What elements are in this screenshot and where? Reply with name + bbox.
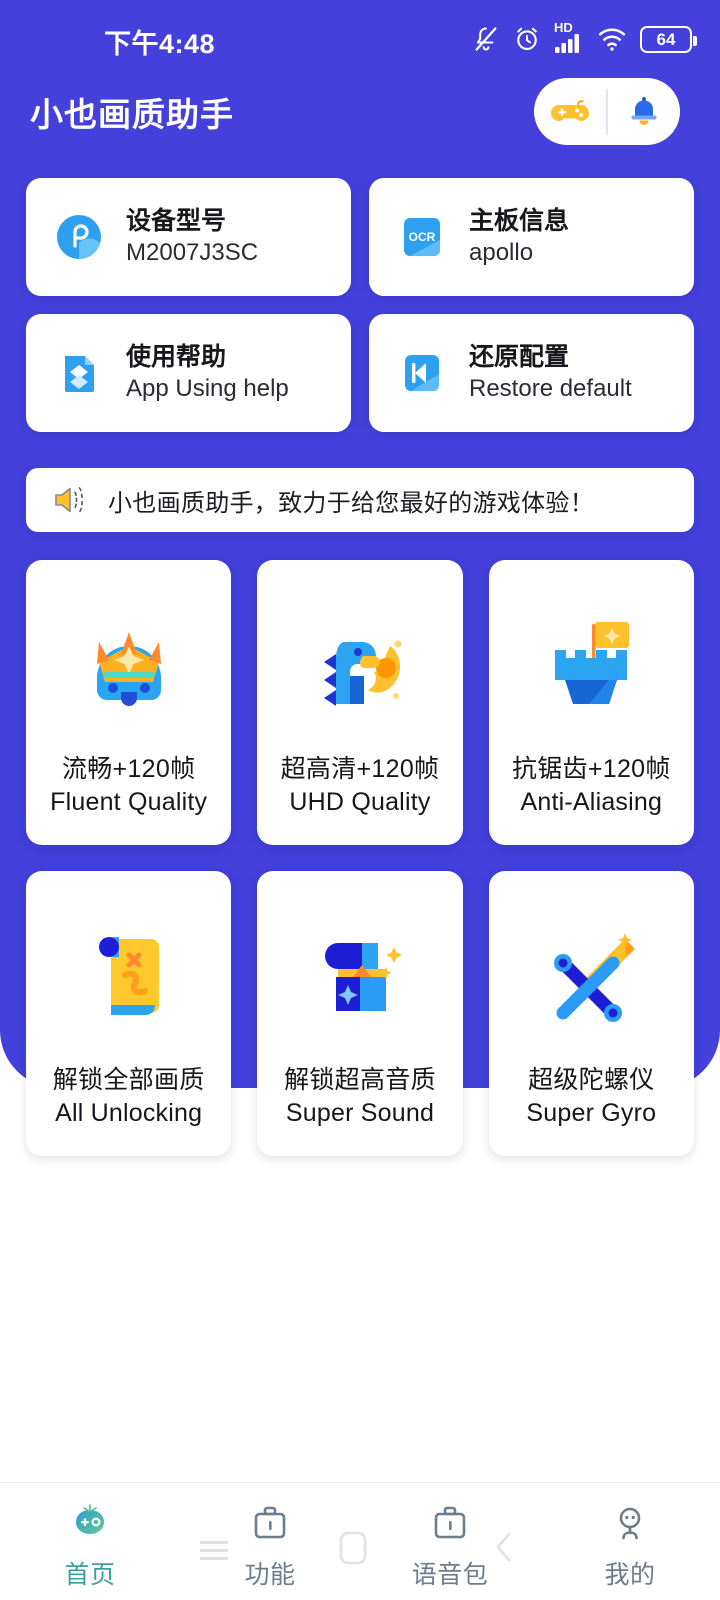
restore-icon	[405, 355, 439, 391]
info-card-title: 还原配置	[469, 343, 570, 372]
feature-label-cn: 解锁全部画质	[52, 1066, 205, 1094]
crown-monster-icon	[96, 632, 161, 706]
info-card-value: Restore default	[469, 375, 632, 403]
gamepad-icon	[551, 99, 590, 121]
feature-label-en: All Unlocking	[55, 1099, 203, 1128]
mute-bell-icon	[475, 27, 497, 51]
feature-grid: 流畅+120帧 Fluent Quality 超高清+120帧 UHD Qual…	[26, 560, 694, 1156]
feature-card-fluent-quality[interactable]: 流畅+120帧 Fluent Quality	[26, 560, 232, 845]
home-gamepad-icon	[76, 1504, 104, 1534]
svg-text:OCR: OCR	[409, 230, 436, 244]
notice-text: 小也画质助手，致力于给您最好的游戏体验！	[108, 489, 594, 517]
info-card-title: 主板信息	[469, 207, 570, 236]
feature-label-en: Super Gyro	[526, 1099, 657, 1128]
feature-label-en: Fluent Quality	[50, 788, 208, 817]
feature-card-all-unlocking[interactable]: 解锁全部画质 All Unlocking	[26, 871, 232, 1156]
feature-label-cn: 解锁超高音质	[284, 1066, 436, 1094]
info-card-device-model[interactable]: 设备型号 M2007J3SC	[26, 178, 351, 296]
header-actions	[534, 78, 680, 145]
bottom-navigation: 首页 功能 语音包 我的	[0, 1482, 720, 1600]
notice-banner[interactable]: 小也画质助手，致力于给您最好的游戏体验！	[26, 468, 694, 532]
battery-level: 64	[656, 29, 676, 49]
wifi-icon	[598, 28, 626, 51]
signal-bars-icon	[555, 34, 579, 53]
app-root: 下午4:48 HD 64 小也画质助手 设备型号 M2007J3SC OCR 主…	[0, 0, 720, 1600]
alarm-clock-icon	[517, 27, 537, 50]
feature-card-super-sound[interactable]: 解锁超高音质 Super Sound	[257, 871, 463, 1156]
notification-button[interactable]	[608, 78, 680, 145]
feature-label-en: Anti-Aliasing	[520, 788, 663, 817]
info-card-text: 使用帮助 App Using help	[126, 343, 289, 402]
feature-card-uhd-quality[interactable]: 超高清+120帧 UHD Quality	[257, 560, 463, 845]
nav-item-profile[interactable]: 我的	[540, 1501, 720, 1591]
scroll-icon	[98, 937, 159, 1015]
briefcase-icon	[434, 1506, 466, 1539]
status-bar: 下午4:48 HD 64	[0, 0, 720, 72]
battery-icon: 64	[640, 25, 697, 53]
ocr-icon: OCR	[404, 218, 440, 256]
info-card-value: App Using help	[126, 375, 289, 403]
info-card-text: 主板信息 apollo	[469, 207, 569, 266]
page-title: 小也画质助手	[30, 96, 234, 133]
info-card-value: M2007J3SC	[126, 239, 259, 267]
sparkle-cube-icon	[324, 943, 402, 1011]
feature-label-cn: 流畅+120帧	[61, 755, 196, 783]
gamepad-button[interactable]	[534, 78, 606, 145]
feature-label-cn: 超高清+120帧	[280, 755, 440, 783]
sword-icon	[554, 933, 636, 1022]
feature-label-en: UHD Quality	[289, 788, 431, 817]
feature-label-cn: 超级陀螺仪	[528, 1066, 655, 1094]
feature-label-cn: 抗锯齿+120帧	[511, 755, 671, 783]
nav-item-voice-pack[interactable]: 语音包	[360, 1501, 540, 1591]
nav-item-home[interactable]: 首页	[0, 1501, 180, 1591]
briefcase-icon	[254, 1506, 286, 1539]
layers-doc-icon	[65, 356, 94, 392]
info-card-grid: 设备型号 M2007J3SC OCR 主板信息 apollo 使用帮助 App …	[26, 178, 694, 432]
feature-label-en: Super Sound	[285, 1099, 435, 1128]
info-card-title: 设备型号	[126, 207, 227, 236]
info-card-help[interactable]: 使用帮助 App Using help	[26, 314, 351, 432]
nav-label: 我的	[604, 1561, 656, 1589]
hd-label: HD	[554, 20, 573, 35]
fire-dino-icon	[323, 640, 402, 706]
castle-flag-icon	[555, 622, 630, 704]
feature-card-super-gyro[interactable]: 超级陀螺仪 Super Gyro	[488, 871, 694, 1156]
nav-label: 首页	[64, 1561, 116, 1589]
nav-item-functions[interactable]: 功能	[180, 1501, 360, 1591]
feature-card-anti-aliasing[interactable]: 抗锯齿+120帧 Anti-Aliasing	[488, 560, 694, 845]
hd-signal-group: HD	[554, 20, 584, 54]
info-card-value: apollo	[469, 239, 534, 267]
app-header: 小也画质助手	[0, 72, 720, 158]
nav-label: 功能	[244, 1561, 296, 1589]
status-icons: HD 64	[472, 20, 697, 54]
info-card-text: 设备型号 M2007J3SC	[126, 207, 258, 266]
nav-label: 语音包	[411, 1561, 489, 1589]
status-time: 下午4:48	[104, 29, 216, 59]
speaker-icon	[55, 487, 83, 513]
bell-icon	[631, 96, 657, 125]
info-card-text: 还原配置 Restore default	[469, 343, 632, 402]
profile-icon	[619, 1507, 641, 1540]
info-card-motherboard[interactable]: OCR 主板信息 apollo	[369, 178, 694, 296]
info-card-title: 使用帮助	[126, 343, 227, 372]
info-card-restore[interactable]: 还原配置 Restore default	[369, 314, 694, 432]
device-circle-icon	[57, 215, 101, 260]
